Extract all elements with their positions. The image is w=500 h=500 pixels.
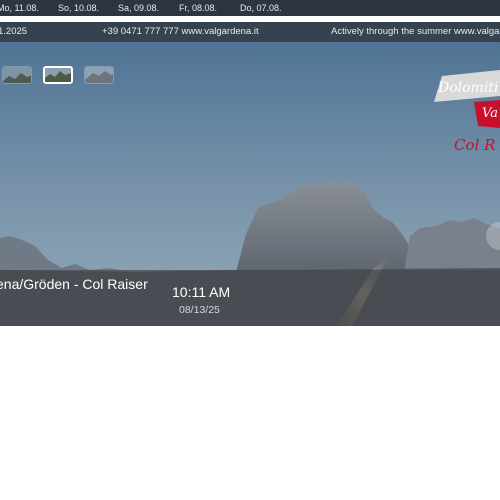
landscape-thumbnail-icon [45,68,71,82]
day-tab-mon[interactable]: Mo, 11.08. [0,0,39,16]
landscape-thumbnail-icon [85,67,113,83]
capture-date: 08/13/25 [179,304,220,316]
day-tab-sat[interactable]: Sa, 09.08. [118,0,159,16]
day-tab-thu[interactable]: Do, 07.08. [240,0,282,16]
info-date: 1.2025 [0,26,28,37]
capture-time: 10:11 AM [172,284,231,300]
day-tab-sun[interactable]: So, 10.08. [58,0,99,16]
contact-info[interactable]: +39 0471 777 777 www.valgardena.it [102,22,259,42]
bottom-overlay: ena/Gröden - Col Raiser 10:11 AM 08/13/2… [0,270,500,326]
slogan-text[interactable]: Actively through the summer www.valgarde… [331,22,500,42]
thumbnail-view-1[interactable] [2,66,32,84]
landscape-thumbnail-icon [3,67,31,83]
logo-dolomiti-text: Dolomiti [438,80,499,96]
info-bar: 1.2025 +39 0471 777 777 www.valgardena.i… [0,22,500,42]
dolomiti-logo: Dolomiti Va Col R [430,70,500,156]
logo-colraiser-text: Col R [454,136,496,154]
webcam-image: 1.2025 +39 0471 777 777 www.valgardena.i… [0,22,500,326]
logo-val-text: Va [482,106,498,121]
location-caption: ena/Gröden - Col Raiser [0,276,148,292]
thumbnail-view-3[interactable] [84,66,114,84]
thumbnail-view-2[interactable] [43,66,73,84]
day-tab-fri[interactable]: Fr, 08.08. [179,0,217,16]
day-navigation-bar: Mo, 11.08. So, 10.08. Sa, 09.08. Fr, 08.… [0,0,500,16]
